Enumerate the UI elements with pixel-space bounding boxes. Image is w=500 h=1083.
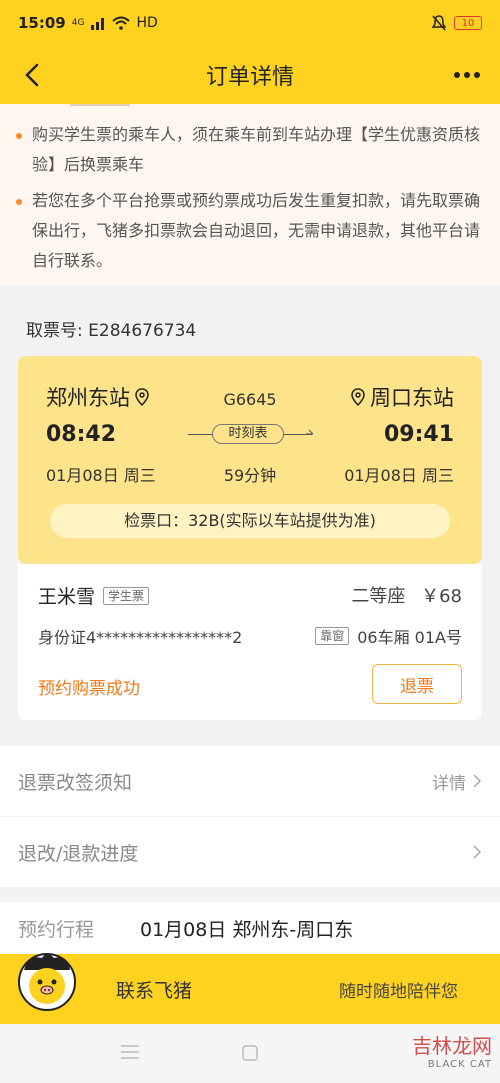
train-number: G6645 — [223, 390, 277, 409]
window-badge: 靠窗 — [315, 627, 350, 645]
refund-progress-label: 退改/退款进度 — [18, 842, 139, 865]
booking-status: 预约购票成功 — [38, 679, 140, 699]
detail-label: 详情 — [432, 773, 466, 794]
passenger-name: 王米雪 — [38, 586, 96, 608]
passenger-name-row: 王米雪 学生票 — [38, 582, 150, 609]
refund-rules-row[interactable]: 退票改签须知 详情 — [0, 746, 500, 816]
contact-fliggy-bar[interactable]: 联系飞猪 随时随地陪伴您 — [0, 953, 500, 1024]
back-icon[interactable] — [18, 60, 48, 90]
ticket-gate: 检票口：32B(实际以车站提供为准) — [50, 504, 450, 538]
fliggy-mascot-icon — [18, 953, 76, 1011]
notice-panel: 购买学生票的乘车人，须在乘车前到车站办理【学生优惠资质核验】后换票乘车 若您在多… — [0, 104, 500, 286]
page-title: 订单详情 — [205, 65, 294, 90]
ticket-price: ￥68 — [421, 586, 462, 607]
refund-rules-detail[interactable]: 详情 — [432, 769, 482, 794]
arrow-icon — [306, 429, 314, 435]
battery-icon: 10 — [454, 16, 482, 30]
refund-rules-label: 退票改签须知 — [18, 771, 133, 794]
wifi-icon — [112, 16, 131, 30]
nav-bar: 订单详情 — [0, 46, 500, 104]
status-bar: 15:09 4G HD 10 — [0, 0, 500, 46]
more-icon[interactable] — [450, 60, 484, 90]
reserved-trip: 预约行程 01月08日 郑州东-周口东 — [0, 902, 500, 954]
refund-progress-row[interactable]: 退改/退款进度 — [0, 817, 500, 887]
ticket-number: 取票号: E284676734 — [26, 321, 197, 341]
watermark-text: 吉林龙网 — [412, 1034, 492, 1058]
signal-icon — [91, 18, 105, 30]
chevron-right-icon — [473, 774, 482, 788]
watermark: 吉林龙网 BLACK CAT — [412, 1030, 492, 1070]
truncated-text-edge — [70, 104, 130, 106]
timetable-button[interactable]: 时刻表 — [212, 424, 284, 444]
ticket-type-badge: 学生票 — [103, 586, 150, 605]
passenger-card: 王米雪 学生票 二等座 ￥68 身份证4*****************2 靠… — [18, 564, 482, 720]
mute-icon — [432, 15, 446, 31]
clock: 15:09 — [18, 14, 66, 32]
network-indicator: 4G — [71, 18, 85, 28]
watermark-sub: BLACK CAT — [427, 1059, 492, 1070]
menu-icon[interactable] — [120, 1044, 140, 1060]
car-seat: 06车厢 01A号 — [357, 628, 462, 647]
home-icon[interactable] — [241, 1044, 259, 1062]
seat-class: 二等座 — [351, 586, 406, 607]
notice-student-ticket: 购买学生票的乘车人，须在乘车前到车站办理【学生优惠资质核验】后换票乘车 — [16, 120, 482, 180]
trip-duration: 59分钟 — [223, 466, 277, 485]
train-info-card: 郑州东站 周口东站 G6645 08:42 09:41 时刻表 01月08日 周… — [18, 356, 482, 564]
id-number: 身份证4*****************2 — [38, 628, 243, 647]
seat-class-price: 二等座 ￥68 — [351, 582, 462, 608]
trip-value: 01月08日 郑州东-周口东 — [140, 918, 354, 941]
timetable-link[interactable]: 时刻表 — [188, 424, 314, 444]
contact-subtitle: 随时随地陪伴您 — [339, 981, 458, 1002]
trip-label: 预约行程 — [18, 918, 95, 941]
departure-time: 08:42 — [46, 422, 117, 447]
notice-duplicate-charge: 若您在多个平台抢票或预约票成功后发生重复扣款，请先取票确保出行，飞猪多扣票款会自… — [16, 186, 482, 276]
hd-indicator: HD — [136, 15, 158, 31]
arrival-time: 09:41 — [383, 422, 454, 447]
contact-title: 联系飞猪 — [116, 979, 193, 1002]
seat-location: 靠窗 06车厢 01A号 — [315, 624, 462, 648]
refund-button[interactable]: 退票 — [372, 664, 462, 704]
chevron-right-icon — [473, 845, 482, 859]
